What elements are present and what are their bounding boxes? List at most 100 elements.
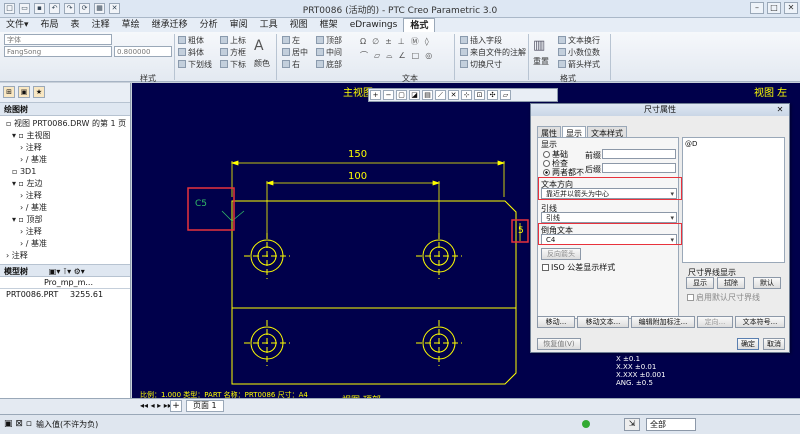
color-button[interactable]: 颜色 [254,58,270,69]
menu-layout[interactable]: 布局 [35,18,65,32]
dimension-text-area[interactable]: @D [682,137,785,263]
maximize-icon[interactable]: □ [767,2,781,14]
zoom-out-icon[interactable]: − [383,90,394,100]
text-wrap-button[interactable]: 文本换行 [558,35,600,46]
box-button[interactable]: 方框 [220,47,246,58]
superscript-button[interactable]: 上标 [220,35,246,46]
datum-point-icon[interactable]: ✕ [448,90,459,100]
underline-button[interactable]: 下划线 [178,59,212,70]
model-tree-row[interactable]: PRT0086.PRT 3255.61 [0,289,130,301]
menu-legacy[interactable]: 继承迁移 [146,18,194,32]
folder-icon[interactable]: ▣ [18,86,30,98]
show-button[interactable]: 显示 [686,277,714,289]
decimals-button[interactable]: 小数位数 [558,47,600,58]
close-icon[interactable]: ✕ [784,2,798,14]
tree-item[interactable]: › 注释 [0,142,130,154]
menu-annotate[interactable]: 注释 [86,18,116,32]
menu-edrawings[interactable]: eDrawings [344,18,404,32]
tree-item[interactable]: ▾ ▫ 主视图 [0,130,130,142]
leader-select[interactable]: 引线 [541,212,677,223]
bold-button[interactable]: 粗体 [178,35,204,46]
column-header[interactable]: Pro_mp_m... [44,278,93,287]
reset-button[interactable]: 重置 [533,56,549,67]
filter-select[interactable]: 全部 [646,418,696,431]
symbol-icons-row2[interactable]: ⌒▱⌓∠□◎ [360,50,438,61]
color-icon[interactable]: A [254,38,264,54]
datum-axis-icon[interactable]: ⟋ [435,90,446,100]
zoom-in-icon[interactable]: + [370,90,381,100]
add-sheet-icon[interactable]: + [170,400,182,412]
tree-item[interactable]: › 注释 [0,250,130,262]
note-from-file-button[interactable]: 来自文件的注解 [460,47,526,58]
font-size-select[interactable]: 0.800000 [114,46,172,57]
align-top-button[interactable]: 顶部 [316,35,342,46]
reverse-arrow-button[interactable]: 反向箭头 [541,248,581,260]
tree-item[interactable]: ▾ ▫ 左边 [0,178,130,190]
align-middle-button[interactable]: 中间 [316,47,342,58]
default-boundary-checkbox[interactable]: 启用默认尺寸界线 [687,292,760,303]
reset-icon[interactable]: ▥ [533,38,545,53]
tree-item[interactable]: › ∕ 基准 [0,238,130,250]
subscript-button[interactable]: 下标 [220,59,246,70]
symbol-icons[interactable]: Ω∅±⊥Ⓜ◊ [360,36,435,47]
menu-file[interactable]: 文件▾ [0,18,35,32]
favorites-icon[interactable]: ★ [33,86,45,98]
font-name-select[interactable]: FangSong [4,46,112,57]
edit-attachment-button[interactable]: 编辑附加标注... [631,316,695,328]
menu-sketch[interactable]: 草绘 [116,18,146,32]
repaint-icon[interactable]: ◪ [409,90,420,100]
menu-tools[interactable]: 工具 [254,18,284,32]
move-button[interactable]: 移动... [537,316,575,328]
menu-frame[interactable]: 框架 [314,18,344,32]
insert-field-button[interactable]: 插入字段 [460,35,502,46]
align-right-button[interactable]: 右 [282,59,300,70]
switch-dim-button[interactable]: 切换尺寸 [460,59,502,70]
model-tree-tools[interactable]: ▣▾ ⊺▾ ⚙▾ [49,267,85,276]
minimize-icon[interactable]: – [750,2,764,14]
sheet-nav-icons[interactable]: ◂◂ ◂ ▸ ▸▸ [140,401,172,410]
menu-view[interactable]: 视图 [284,18,314,32]
menu-format[interactable]: 格式 [403,18,436,32]
tree-item[interactable]: › 注释 [0,226,130,238]
align-left-button[interactable]: 左 [282,35,300,46]
annotation-display-icon[interactable]: ⊡ [474,90,485,100]
tree-item[interactable]: ▫ 3D1 [0,166,130,178]
restore-values-button[interactable]: 恢复值(V) [537,338,581,350]
menu-table[interactable]: 表 [65,18,86,32]
italic-button[interactable]: 斜体 [178,47,204,58]
sheet-tab[interactable]: 页面 1 [186,400,224,412]
menu-review[interactable]: 审阅 [224,18,254,32]
orient-button[interactable]: 定向... [697,316,733,328]
close-icon[interactable]: ✕ [773,105,787,115]
csys-icon[interactable]: ⊹ [461,90,472,100]
iso-checkbox[interactable]: ISO 公差显示样式 [542,262,615,273]
display-style-icon[interactable]: ▤ [422,90,433,100]
tree-item[interactable]: › ∕ 基准 [0,154,130,166]
arrow-style-button[interactable]: 箭头样式 [558,59,600,70]
move-text-button[interactable]: 移动文本... [577,316,629,328]
dim-5[interactable]: 5 [518,226,524,236]
tree-item[interactable]: ▾ ▫ 顶部 [0,214,130,226]
refit-icon[interactable]: ▢ [396,90,407,100]
dim-100[interactable]: 100 [348,171,367,182]
tree-item[interactable]: › 注释 [0,190,130,202]
tree-item[interactable]: ▫ 视图 PRT0086.DRW 的第 1 页 [0,118,130,130]
menu-analysis[interactable]: 分析 [194,18,224,32]
selection-icon[interactable]: ⇲ [624,418,640,431]
tree-item[interactable]: › ∕ 基准 [0,202,130,214]
text-symbol-button[interactable]: 文本符号... [735,316,785,328]
align-center-button[interactable]: 居中 [282,47,308,58]
tree-tab-icon[interactable]: ⊞ [3,86,15,98]
font-style-field[interactable]: 字体 [4,34,112,45]
erase-button[interactable]: 拭除 [717,277,745,289]
dim-150[interactable]: 150 [348,149,367,160]
chamfer-callout[interactable]: C5 [195,199,207,209]
prefix-input[interactable] [602,149,676,159]
spin-center-icon[interactable]: ✣ [487,90,498,100]
default-button[interactable]: 默认 [753,277,781,289]
cancel-button[interactable]: 取消 [763,338,785,350]
align-bottom-button[interactable]: 底部 [316,59,342,70]
datum-plane-icon[interactable]: ▱ [500,90,511,100]
ok-button[interactable]: 确定 [737,338,759,350]
suffix-input[interactable] [602,163,676,173]
